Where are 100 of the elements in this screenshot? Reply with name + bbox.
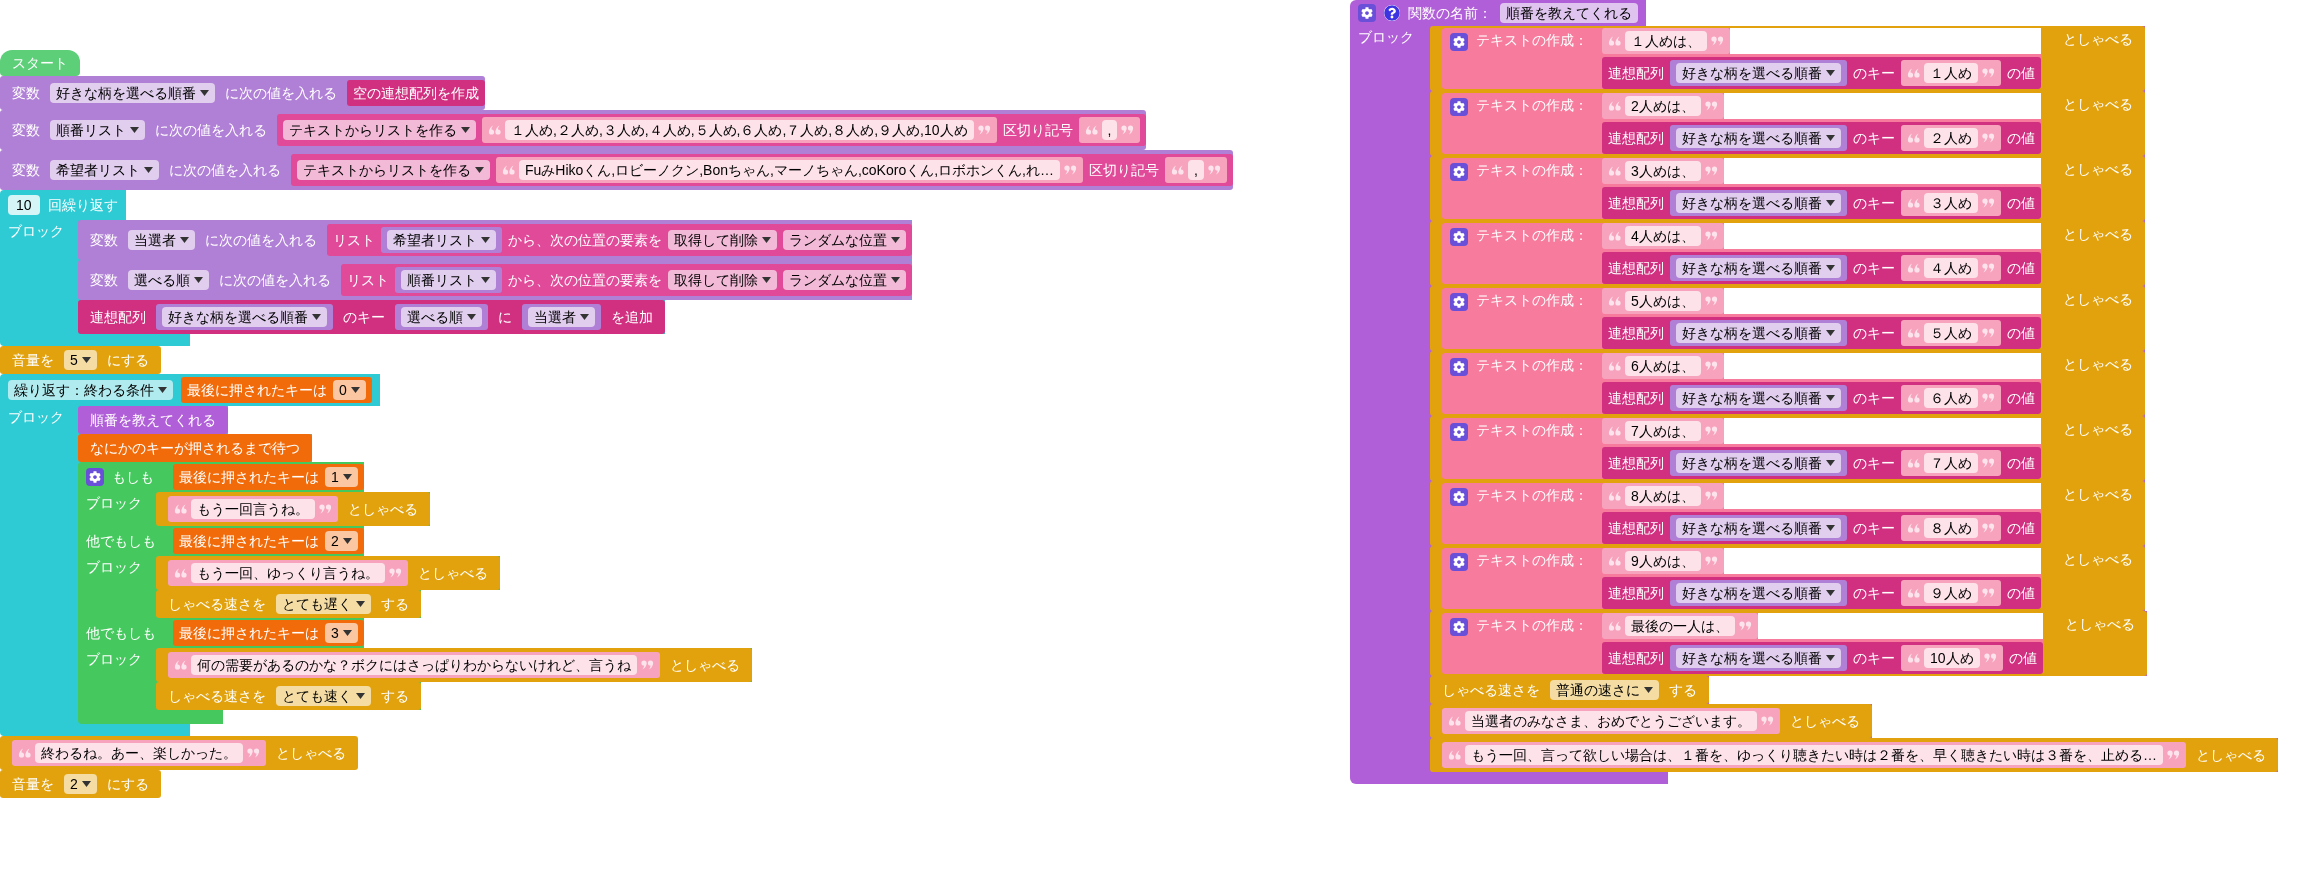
dropdown[interactable]: 順番リスト <box>401 270 496 290</box>
dropdown[interactable]: 好きな柄を選べる順番 <box>1676 648 1841 668</box>
statement-block[interactable]: しゃべる速さを 普通の速さに する <box>1430 676 1709 704</box>
text-block[interactable]: ５人め <box>1901 320 2001 346</box>
dropdown[interactable]: 好きな柄を選べる順番 <box>50 83 215 103</box>
gear-icon[interactable] <box>1450 293 1468 311</box>
text-field[interactable]: 当選者のみなさま、おめでとうございます。 <box>1465 711 1757 731</box>
value-block[interactable]: 連想配列 好きな柄を選べる順番 のキー ７人め の値 <box>1602 447 2041 479</box>
text-field[interactable]: もう一回言うね。 <box>191 499 315 519</box>
statement-block[interactable]: テキストの作成： 8人めは、 連想配列 好きな柄を選べる順番 のキー ８人め の値 としゃべる <box>1430 481 2145 546</box>
text-join-block[interactable]: テキストの作成： １人めは、 連想配列 好きな柄を選べる順番 のキー １人め の値 <box>1442 28 2041 89</box>
statement-block[interactable]: 変数 希望者リスト に次の値を入れる テキストからリストを作る FuみHikoくん,ロビーノクン,Bonちゃん,マーノちゃん,coKoroくん,ロボホンくん,れ… 区切り記号 , <box>0 150 1233 190</box>
text-field[interactable]: 6人めは、 <box>1625 356 1701 376</box>
text-field[interactable]: １人めは、 <box>1625 31 1707 51</box>
text-block[interactable]: ６人め <box>1901 385 2001 411</box>
gear-icon[interactable] <box>1450 98 1468 116</box>
gear-icon[interactable] <box>1450 618 1468 636</box>
text-field[interactable]: ８人め <box>1924 518 1978 538</box>
dropdown[interactable]: 1 <box>325 467 358 487</box>
text-block[interactable]: もう一回言うね。 <box>168 496 338 522</box>
text-block[interactable]: 5人めは、 <box>1602 288 1724 314</box>
value-block[interactable]: 最後に押されたキーは 3 <box>173 620 364 646</box>
gear-icon[interactable] <box>86 468 104 486</box>
text-block[interactable]: 4人めは、 <box>1602 223 1724 249</box>
text-block[interactable]: ８人め <box>1901 515 2001 541</box>
text-block[interactable]: もう一回、言って欲しい場合は、１番を、ゆっくり聴きたい時は２番を、早く聴きたい時は３番を、止める… <box>1442 742 2186 768</box>
dropdown[interactable]: 普通の速さに <box>1550 680 1659 700</box>
text-block[interactable]: 6人めは、 <box>1602 353 1724 379</box>
text-block[interactable]: 当選者のみなさま、おめでとうございます。 <box>1442 708 1780 734</box>
value-block[interactable]: テキストからリストを作る FuみHikoくん,ロビーノクン,Bonちゃん,マーノちゃん,coKoroくん,ロボホンくん,れ… 区切り記号 , <box>291 154 1233 186</box>
text-field[interactable]: 5人めは、 <box>1625 291 1701 311</box>
statement-block[interactable]: テキストの作成： 最後の一人は、 連想配列 好きな柄を選べる順番 のキー 10人め の値 としゃべる <box>1430 611 2147 676</box>
dropdown[interactable]: 好きな柄を選べる順番 <box>1676 258 1841 278</box>
value-block[interactable]: リスト 順番リスト から、次の位置の要素を 取得して削除 ランダムな位置 <box>341 264 912 296</box>
dropdown[interactable]: 当選者 <box>528 307 595 327</box>
value-block[interactable]: リスト 希望者リスト から、次の位置の要素を 取得して削除 ランダムな位置 <box>327 224 912 256</box>
text-field[interactable]: ２人め <box>1924 128 1978 148</box>
dropdown[interactable]: 0 <box>333 380 366 400</box>
text-block[interactable]: , <box>1164 157 1227 183</box>
dropdown[interactable]: 好きな柄を選べる順番 <box>162 307 327 327</box>
dropdown[interactable]: 希望者リスト <box>50 160 159 180</box>
text-field[interactable]: ３人め <box>1924 193 1978 213</box>
gear-icon[interactable] <box>1358 4 1376 22</box>
value-block[interactable]: 最後に押されたキーは 0 <box>181 377 372 403</box>
text-field[interactable]: もう一回、ゆっくり言うね。 <box>191 563 385 583</box>
text-block[interactable]: ３人め <box>1901 190 2001 216</box>
statement-block[interactable]: 変数 順番リスト に次の値を入れる テキストからリストを作る １人め,２人め,３人め,４人め,５人め,６人め,７人め,８人め,９人め,10人め 区切り記号 , <box>0 110 1147 150</box>
value-block[interactable]: 好きな柄を選べる順番 <box>1670 385 1847 411</box>
text-join-block[interactable]: テキストの作成： 最後の一人は、 連想配列 好きな柄を選べる順番 のキー 10人め の値 <box>1442 613 2043 674</box>
number-field[interactable]: 10 <box>8 195 40 215</box>
value-block[interactable]: 連想配列 好きな柄を選べる順番 のキー ２人め の値 <box>1602 122 2041 154</box>
gear-icon[interactable] <box>1450 423 1468 441</box>
value-block[interactable]: 最後に押されたキーは 1 <box>173 464 364 490</box>
gear-icon[interactable] <box>1450 553 1468 571</box>
text-join-block[interactable]: テキストの作成： 8人めは、 連想配列 好きな柄を選べる順番 のキー ８人め の値 <box>1442 483 2041 544</box>
text-field[interactable]: 終わるね。あー、楽しかった。 <box>35 743 243 763</box>
statement-block[interactable]: もう一回、ゆっくり言うね。 としゃべる <box>156 556 500 590</box>
text-field[interactable]: １人め,２人め,３人め,４人め,５人め,６人め,７人め,８人め,９人め,10人め <box>505 120 974 140</box>
text-field[interactable]: 10人め <box>1924 648 1980 668</box>
dropdown[interactable]: とても速く <box>276 686 371 706</box>
dropdown[interactable]: 好きな柄を選べる順番 <box>1676 128 1841 148</box>
value-block[interactable]: 連想配列 好きな柄を選べる順番 のキー ９人め の値 <box>1602 577 2041 609</box>
value-block[interactable]: 連想配列 好きな柄を選べる順番 のキー ５人め の値 <box>1602 317 2041 349</box>
if-block[interactable]: もしも 最後に押されたキーは 1 ブロック もう一回言うね。 としゃべる 他でもしも 最後に押されたキーは 2 ブロック もう一回、ゆっくり言うね。 としゃべる しゃべる速さを とても遅く する 他でもしも 最後に押されたキーは 3 ブロック 何の需要があるのかな？ボクにはさっぱりわからないけれど、言うね としゃべる しゃべる速さを とても速く する <box>78 462 752 724</box>
value-block[interactable]: 連想配列 好きな柄を選べる順番 のキー ６人め の値 <box>1602 382 2041 414</box>
value-block[interactable]: テキストからリストを作る １人め,２人め,３人め,４人め,５人め,６人め,７人め,８人め,９人め,10人め 区切り記号 , <box>277 114 1147 146</box>
value-block[interactable]: 選べる順 <box>395 304 488 330</box>
statement-block[interactable]: 変数 選べる順 に次の値を入れる リスト 順番リスト から、次の位置の要素を 取得して削除 ランダムな位置 <box>78 260 912 300</box>
text-join-block[interactable]: テキストの作成： 4人めは、 連想配列 好きな柄を選べる順番 のキー ４人め の値 <box>1442 223 2041 284</box>
text-field[interactable]: 3人めは、 <box>1625 161 1701 181</box>
statement-block[interactable]: しゃべる速さを とても遅く する <box>156 590 421 618</box>
text-field[interactable]: 7人めは、 <box>1625 421 1701 441</box>
text-block[interactable]: 10人め <box>1901 645 2003 671</box>
statement-block[interactable]: 変数 当選者 に次の値を入れる リスト 希望者リスト から、次の位置の要素を 取得して削除 ランダムな位置 <box>78 220 912 260</box>
text-join-block[interactable]: テキストの作成： 3人めは、 連想配列 好きな柄を選べる順番 のキー ３人め の値 <box>1442 158 2041 219</box>
text-block[interactable]: 7人めは、 <box>1602 418 1724 444</box>
statement-block[interactable]: テキストの作成： 9人めは、 連想配列 好きな柄を選べる順番 のキー ９人め の値 としゃべる <box>1430 546 2145 611</box>
text-block[interactable]: 何の需要があるのかな？ボクにはさっぱりわからないけれど、言うね <box>168 652 660 678</box>
text-field[interactable]: １人め <box>1924 63 1978 83</box>
text-field[interactable]: 2人めは、 <box>1625 96 1701 116</box>
text-block[interactable]: １人め,２人め,３人め,４人め,５人め,６人め,７人め,８人め,９人め,10人め <box>482 117 997 143</box>
statement-block[interactable]: 連想配列 好きな柄を選べる順番 のキー 選べる順 に 当選者 を追加 <box>78 300 665 334</box>
value-block[interactable]: 好きな柄を選べる順番 <box>1670 645 1847 671</box>
text-block[interactable]: FuみHikoくん,ロビーノクン,Bonちゃん,マーノちゃん,coKoroくん,ロボホンくん,れ… <box>496 157 1083 183</box>
text-field[interactable]: 9人めは、 <box>1625 551 1701 571</box>
text-join-block[interactable]: テキストの作成： 7人めは、 連想配列 好きな柄を選べる順番 のキー ７人め の値 <box>1442 418 2041 479</box>
value-block[interactable]: 希望者リスト <box>381 227 502 253</box>
text-field[interactable]: 4人めは、 <box>1625 226 1701 246</box>
statement-block[interactable]: テキストの作成： 3人めは、 連想配列 好きな柄を選べる順番 のキー ３人め の値 としゃべる <box>1430 156 2145 221</box>
text-block[interactable]: １人めは、 <box>1602 28 1730 54</box>
value-block[interactable]: 好きな柄を選べる順番 <box>1670 125 1847 151</box>
value-block[interactable]: 好きな柄を選べる順番 <box>1670 60 1847 86</box>
dropdown[interactable]: テキストからリストを作る <box>297 160 490 180</box>
dropdown[interactable]: 好きな柄を選べる順番 <box>1676 388 1841 408</box>
dropdown[interactable]: 当選者 <box>128 230 195 250</box>
text-join-block[interactable]: テキストの作成： 6人めは、 連想配列 好きな柄を選べる順番 のキー ６人め の値 <box>1442 353 2041 414</box>
value-block[interactable]: 連想配列 好きな柄を選べる順番 のキー ３人め の値 <box>1602 187 2041 219</box>
text-field[interactable]: 8人めは、 <box>1625 486 1701 506</box>
dropdown[interactable]: 好きな柄を選べる順番 <box>1676 63 1841 83</box>
gear-icon[interactable] <box>1450 33 1468 51</box>
